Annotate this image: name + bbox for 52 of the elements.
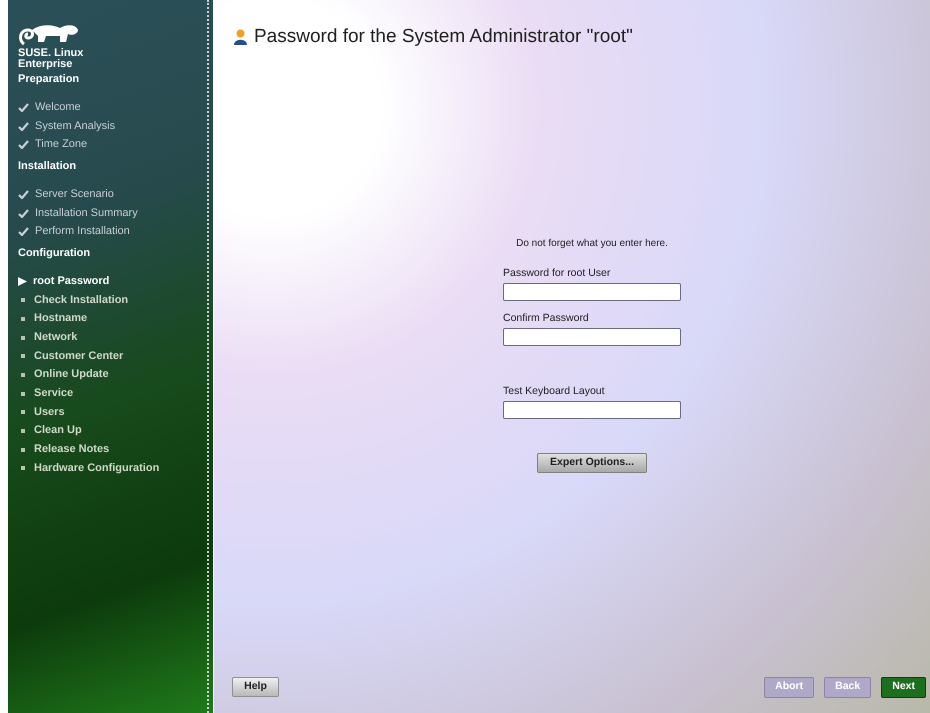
triangle-icon: [18, 276, 27, 286]
section-heading: Preparation: [18, 73, 80, 86]
user-icon: [234, 29, 247, 45]
section-heading: Configuration: [18, 247, 92, 260]
bullet-icon: [21, 392, 25, 396]
step-label: Installation Summary: [35, 206, 138, 220]
checkmark-icon: [18, 102, 29, 112]
step-label: Network: [34, 331, 78, 344]
input-field[interactable]: [503, 283, 681, 301]
section-heading: Installation: [18, 160, 78, 174]
bullet-icon: [21, 410, 25, 414]
input-field[interactable]: [503, 401, 681, 419]
step-label: root Password: [33, 274, 110, 288]
field-label: Test Keyboard Layout: [503, 384, 606, 398]
chameleon-logo-icon: [18, 22, 80, 48]
hint-text: Do not forget what you enter here.: [516, 238, 668, 250]
help-button[interactable]: Help: [232, 677, 279, 697]
step-label: Perform Installation: [35, 225, 130, 238]
step-label: Release Notes: [34, 443, 110, 456]
step-label: Hardware Configuration: [34, 462, 160, 475]
bullet-icon: [21, 372, 25, 377]
expert-options-button[interactable]: Expert Options...: [537, 453, 647, 473]
step-label: Welcome: [35, 100, 81, 114]
field-label: Confirm Password: [503, 311, 590, 325]
step-label: Users: [34, 406, 65, 419]
checkmark-icon: [18, 190, 29, 199]
bullet-icon: [21, 336, 25, 340]
bullet-icon: [21, 316, 25, 321]
step-label: Hostname: [34, 312, 88, 326]
brand-name: SUSE. Linux: [18, 48, 84, 59]
bullet-icon: [21, 428, 25, 433]
step-label: Customer Center: [34, 350, 124, 363]
wizard-button[interactable]: Next: [881, 676, 926, 698]
step-label: Server Scenario: [35, 188, 114, 201]
brand-name: Enterprise: [18, 59, 74, 70]
step-label: Online Update: [34, 368, 109, 382]
step-label: Time Zone: [35, 138, 88, 152]
bullet-icon: [21, 354, 25, 358]
checkmark-icon: [18, 227, 29, 236]
field-label: Password for root User: [503, 266, 612, 280]
step-label: Check Installation: [34, 294, 128, 307]
bullet-icon: [21, 466, 25, 470]
checkmark-icon: [18, 208, 29, 218]
checkmark-icon: [18, 122, 29, 131]
step-label: System Analysis: [35, 120, 116, 133]
page-title: Password for the System Administrator "root": [254, 26, 633, 48]
checkmark-icon: [18, 140, 29, 150]
bullet-icon: [21, 298, 25, 302]
step-label: Service: [34, 387, 74, 400]
input-field[interactable]: [503, 328, 681, 346]
bullet-icon: [21, 448, 25, 452]
step-label: Clean Up: [34, 424, 82, 438]
